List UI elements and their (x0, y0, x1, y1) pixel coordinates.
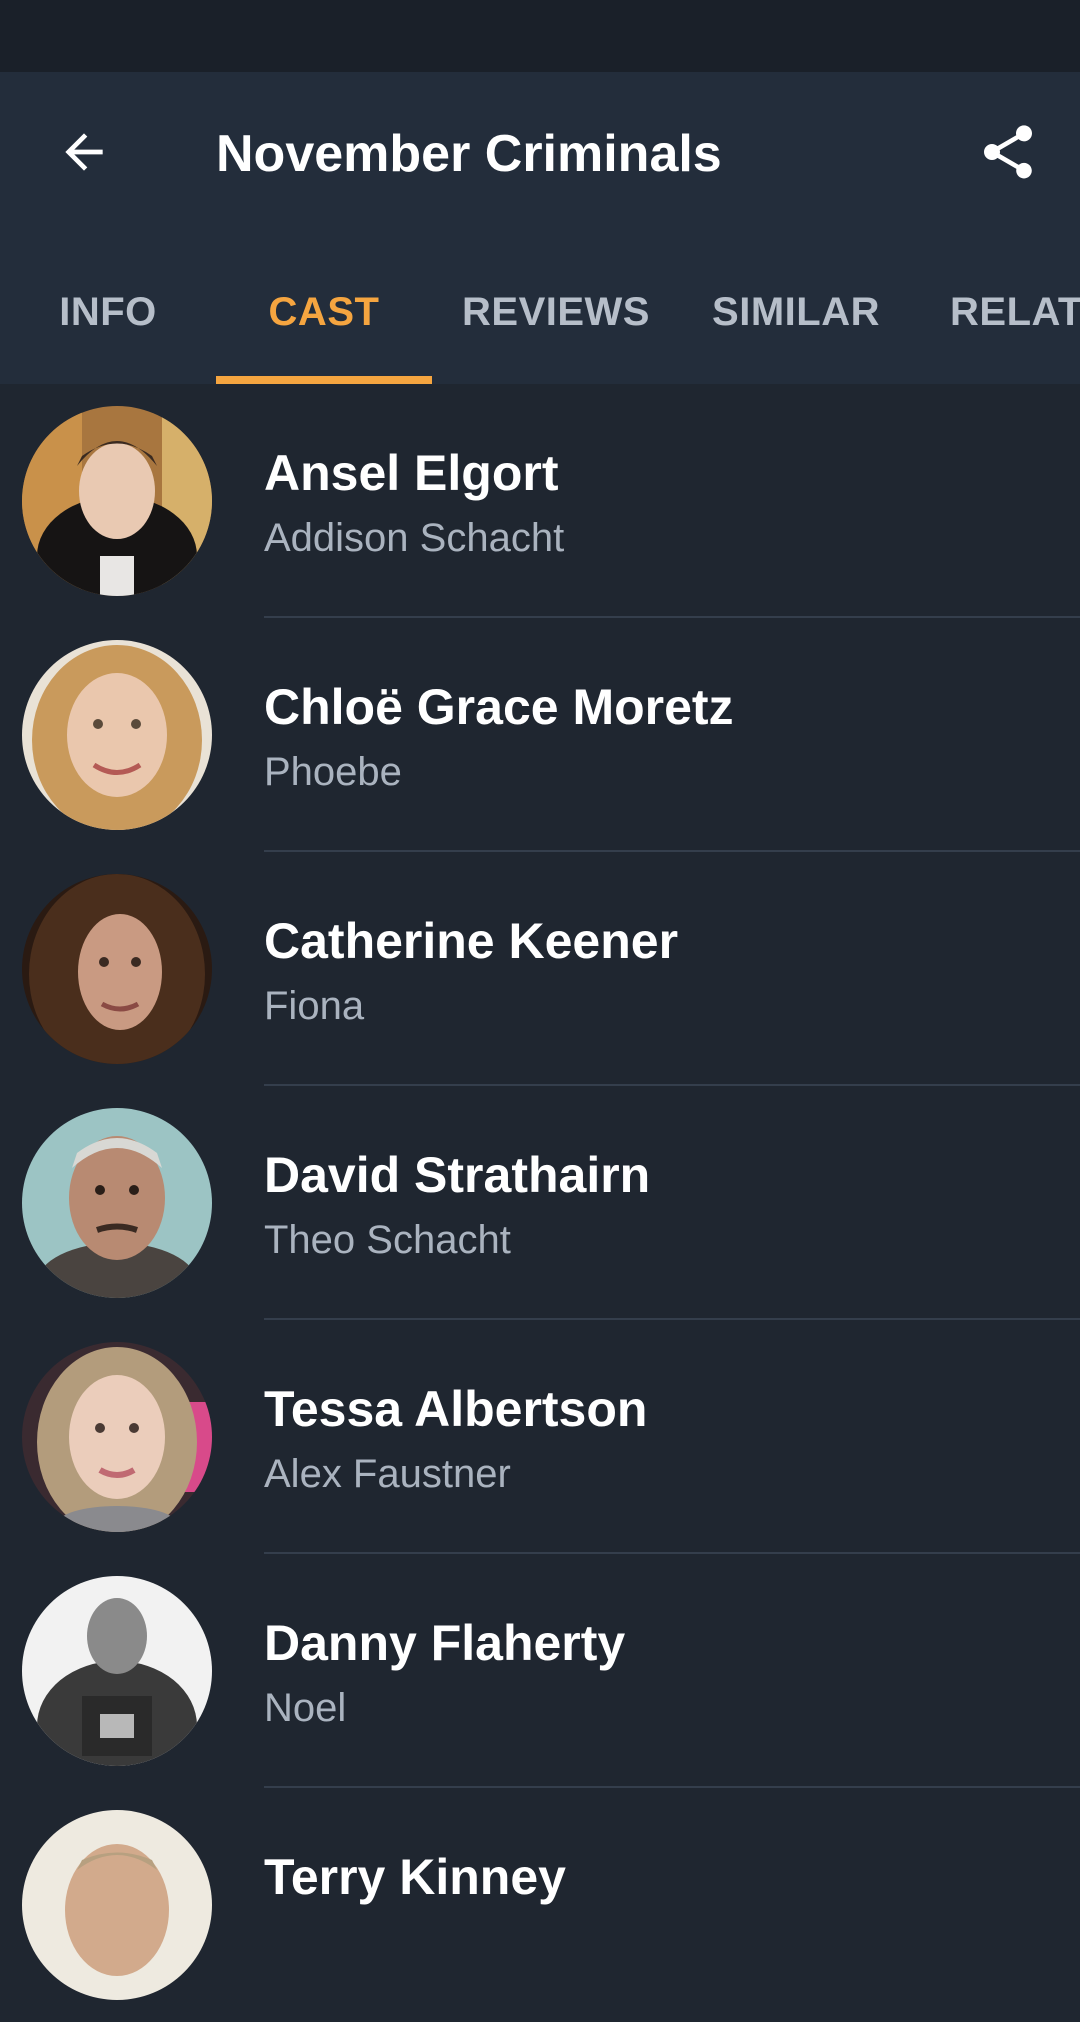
avatar (22, 1342, 212, 1532)
cast-role: Phoebe (264, 750, 402, 794)
avatar (22, 406, 212, 596)
avatar (22, 640, 212, 830)
back-button[interactable] (44, 112, 124, 192)
cast-role: Alex Faustner (264, 1452, 511, 1496)
list-item[interactable]: Chloë Grace Moretz Phoebe (0, 618, 1080, 852)
list-item[interactable]: Catherine Keener Fiona (0, 852, 1080, 1086)
avatar (22, 1576, 212, 1766)
tab-cast[interactable]: CAST (216, 240, 432, 384)
cast-role: Noel (264, 1686, 347, 1730)
list-item[interactable]: Ansel Elgort Addison Schacht (0, 384, 1080, 618)
avatar (22, 1810, 212, 2000)
status-bar (0, 0, 1080, 72)
tab-related[interactable]: RELATED (950, 240, 1080, 384)
share-icon (984, 125, 1032, 179)
cast-name: Catherine Keener (264, 913, 679, 969)
cast-name: Danny Flaherty (264, 1615, 626, 1671)
cast-role: Addison Schacht (264, 516, 565, 560)
avatar (22, 874, 212, 1064)
tab-bar: INFO CAST REVIEWS SIMILAR RELATED (0, 240, 1080, 384)
toolbar: November Criminals (0, 72, 1080, 240)
cast-name: David Strathairn (264, 1147, 651, 1203)
tab-reviews[interactable]: REVIEWS (452, 240, 660, 384)
list-item[interactable]: Tessa Albertson Alex Faustner (0, 1320, 1080, 1554)
cast-role: Theo Schacht (264, 1218, 511, 1262)
cast-role: Fiona (264, 984, 365, 1028)
app-bar: November Criminals INFO CAST REVIEWS SIM… (0, 72, 1080, 384)
cast-name: Tessa Albertson (264, 1381, 648, 1437)
tab-similar[interactable]: SIMILAR (700, 240, 892, 384)
list-item[interactable]: Danny Flaherty Noel (0, 1554, 1080, 1788)
list-item[interactable]: Terry Kinney (0, 1788, 1080, 2022)
avatar (22, 1108, 212, 1298)
share-button[interactable] (968, 112, 1048, 192)
list-item[interactable]: David Strathairn Theo Schacht (0, 1086, 1080, 1320)
cast-name: Ansel Elgort (264, 445, 559, 501)
arrow-left-icon (65, 133, 103, 171)
tab-indicator (216, 376, 432, 384)
tab-info[interactable]: INFO (20, 240, 196, 384)
cast-name: Terry Kinney (264, 1849, 566, 1905)
page-title: November Criminals (216, 125, 722, 183)
cast-name: Chloë Grace Moretz (264, 679, 734, 735)
